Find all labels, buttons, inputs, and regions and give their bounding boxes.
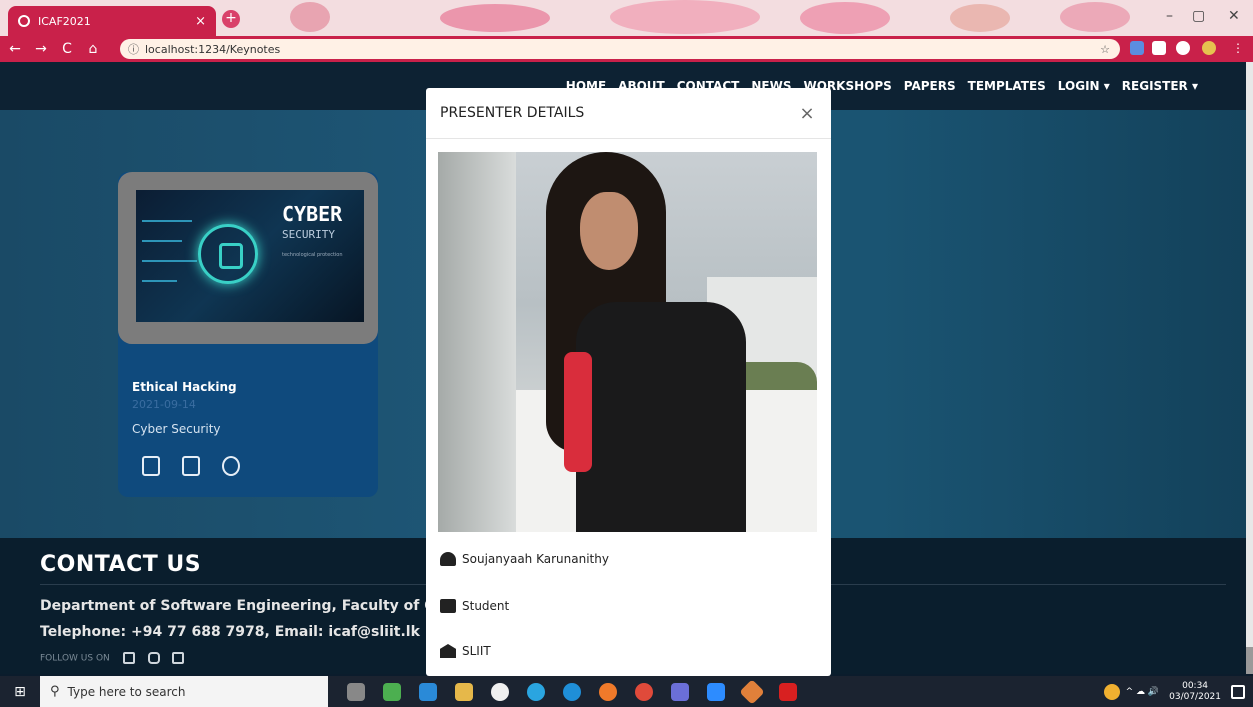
nav-templates[interactable]: TEMPLATES xyxy=(968,79,1046,93)
vscode-icon[interactable] xyxy=(419,682,437,701)
institution-icon xyxy=(440,644,456,658)
presenter-photo xyxy=(438,152,817,532)
url-text: localhost:1234/Keynotes xyxy=(145,42,281,56)
cyber-security-image: CYBER SECURITY technological protection xyxy=(136,190,364,322)
new-tab-button[interactable]: + xyxy=(222,10,240,28)
search-placeholder: Type here to search xyxy=(67,684,186,699)
card-actions xyxy=(142,456,240,476)
profile-avatar-icon[interactable] xyxy=(1202,41,1216,55)
file-explorer-icon[interactable] xyxy=(455,682,473,701)
taskbar-search-box[interactable]: ⚲ Type here to search xyxy=(40,676,328,707)
search-icon: ⚲ xyxy=(50,684,60,699)
app-icon[interactable] xyxy=(383,682,401,701)
start-button[interactable]: ⊞ xyxy=(0,684,40,700)
edge-icon[interactable] xyxy=(563,682,581,701)
presenter-details-modal: PRESENTER DETAILS × Soujanyaah Karunanit… xyxy=(426,88,831,676)
facebook-icon[interactable] xyxy=(122,652,135,664)
presenter-profile-icon[interactable] xyxy=(222,456,240,476)
tray-icons[interactable]: ^ ☁ 🔊 xyxy=(1126,687,1159,697)
windows-taskbar: ⊞ ⚲ Type here to search ^ ☁ 🔊 00:34 03/0… xyxy=(0,676,1253,707)
image-text-security: SECURITY xyxy=(282,228,335,241)
nav-login-dropdown[interactable]: LOGIN ▾ xyxy=(1058,79,1110,93)
keynote-category: Cyber Security xyxy=(132,422,221,436)
nav-register-dropdown[interactable]: REGISTER ▾ xyxy=(1122,79,1198,93)
firefox-icon[interactable] xyxy=(599,682,617,701)
maximize-button[interactable]: ▢ xyxy=(1192,8,1205,24)
tab-icaf2021[interactable]: ICAF2021 × xyxy=(8,6,216,36)
keynote-card: CYBER SECURITY technological protection … xyxy=(118,172,378,497)
calendar-icon[interactable] xyxy=(182,456,200,476)
modal-title: PRESENTER DETAILS xyxy=(440,105,585,121)
keynote-title: Ethical Hacking xyxy=(132,380,237,394)
pinned-apps xyxy=(338,678,806,705)
tab-strip: ICAF2021 × + – ▢ ✕ xyxy=(0,0,1253,36)
zoom-icon[interactable] xyxy=(707,682,725,701)
teams-icon[interactable] xyxy=(671,682,689,701)
acrobat-icon[interactable] xyxy=(779,682,797,701)
extension-icon[interactable] xyxy=(1130,41,1144,55)
presenter-role-row: Student xyxy=(440,599,509,613)
bookmark-star-icon[interactable]: ☆ xyxy=(1100,43,1110,56)
minimize-button[interactable]: – xyxy=(1166,8,1173,24)
briefcase-icon xyxy=(440,599,456,613)
browser-window: ICAF2021 × + – ▢ ✕ ← → C ⌂ ⓘ localhost:1… xyxy=(0,0,1253,707)
url-input[interactable]: ⓘ localhost:1234/Keynotes ☆ xyxy=(120,39,1120,59)
follow-us: FOLLOW US ON xyxy=(40,652,185,664)
notifications-icon[interactable] xyxy=(1231,684,1245,699)
presentation-file-icon[interactable] xyxy=(142,456,160,476)
address-bar-row: ← → C ⌂ ⓘ localhost:1234/Keynotes ☆ ⋮ xyxy=(0,36,1253,62)
keynote-image-frame: CYBER SECURITY technological protection xyxy=(118,172,378,344)
chrome-icon[interactable] xyxy=(635,682,653,701)
app-icon[interactable] xyxy=(491,682,509,701)
task-view-icon[interactable] xyxy=(347,682,365,701)
site-info-icon[interactable]: ⓘ xyxy=(128,41,139,57)
modal-close-button[interactable]: × xyxy=(797,103,817,124)
tab-close-icon[interactable]: × xyxy=(195,14,206,29)
pocket-icon[interactable] xyxy=(1152,41,1166,55)
close-window-button[interactable]: ✕ xyxy=(1228,8,1240,24)
user-icon xyxy=(440,552,456,566)
nav-papers[interactable]: PAPERS xyxy=(904,79,956,93)
reload-icon[interactable]: C xyxy=(56,41,78,57)
help-icon[interactable] xyxy=(1103,683,1120,700)
image-text-cyber: CYBER xyxy=(282,202,343,226)
instagram-icon[interactable] xyxy=(147,652,160,664)
presenter-institution-row: SLIIT xyxy=(440,644,491,658)
tab-title: ICAF2021 xyxy=(38,14,91,28)
page-scrollbar[interactable] xyxy=(1246,62,1253,674)
back-icon[interactable]: ← xyxy=(4,41,26,57)
system-tray: ^ ☁ 🔊 00:34 03/07/2021 xyxy=(1103,676,1253,707)
home-icon[interactable]: ⌂ xyxy=(82,41,104,57)
telegram-icon[interactable] xyxy=(527,682,545,701)
clock-time: 00:34 xyxy=(1182,680,1209,691)
forward-icon[interactable]: → xyxy=(30,41,52,57)
presenter-institution: SLIIT xyxy=(462,644,491,658)
clock-date: 03/07/2021 xyxy=(1169,691,1221,702)
keynote-date: 2021-09-14 xyxy=(132,398,196,411)
extensions-puzzle-icon[interactable] xyxy=(1176,41,1190,55)
follow-label: FOLLOW US ON xyxy=(40,653,110,664)
favicon-icon xyxy=(18,15,30,27)
department-text: Department of Software Engineering, Facu… xyxy=(40,598,459,614)
contact-heading: CONTACT US xyxy=(40,552,202,577)
presenter-name: Soujanyaah Karunanithy xyxy=(462,552,609,566)
git-icon[interactable] xyxy=(739,678,765,705)
clock[interactable]: 00:34 03/07/2021 xyxy=(1169,681,1221,703)
image-caption: technological protection xyxy=(282,252,343,258)
padlock-icon xyxy=(198,224,258,284)
linkedin-icon[interactable] xyxy=(172,652,185,664)
modal-header: PRESENTER DETAILS × xyxy=(426,88,831,139)
browser-menu-icon[interactable]: ⋮ xyxy=(1232,41,1244,55)
presenter-name-row: Soujanyaah Karunanithy xyxy=(440,552,609,566)
presenter-role: Student xyxy=(462,599,510,613)
contact-details: Telephone: +94 77 688 7978, Email: icaf@… xyxy=(40,624,420,640)
